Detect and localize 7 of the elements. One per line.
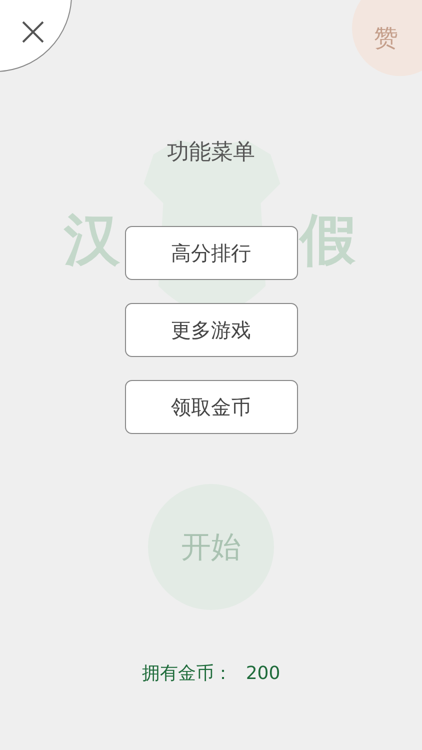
menu-button[interactable]: 更多游戏: [124, 303, 298, 357]
coins-label: 拥有金币：: [142, 662, 232, 686]
menu-title: 功能菜单: [167, 139, 255, 167]
coins-value: 200: [246, 662, 280, 686]
menu-button[interactable]: 高分排行: [124, 226, 298, 280]
close-icon: [21, 20, 45, 44]
menu-button[interactable]: 领取金币: [124, 380, 298, 434]
